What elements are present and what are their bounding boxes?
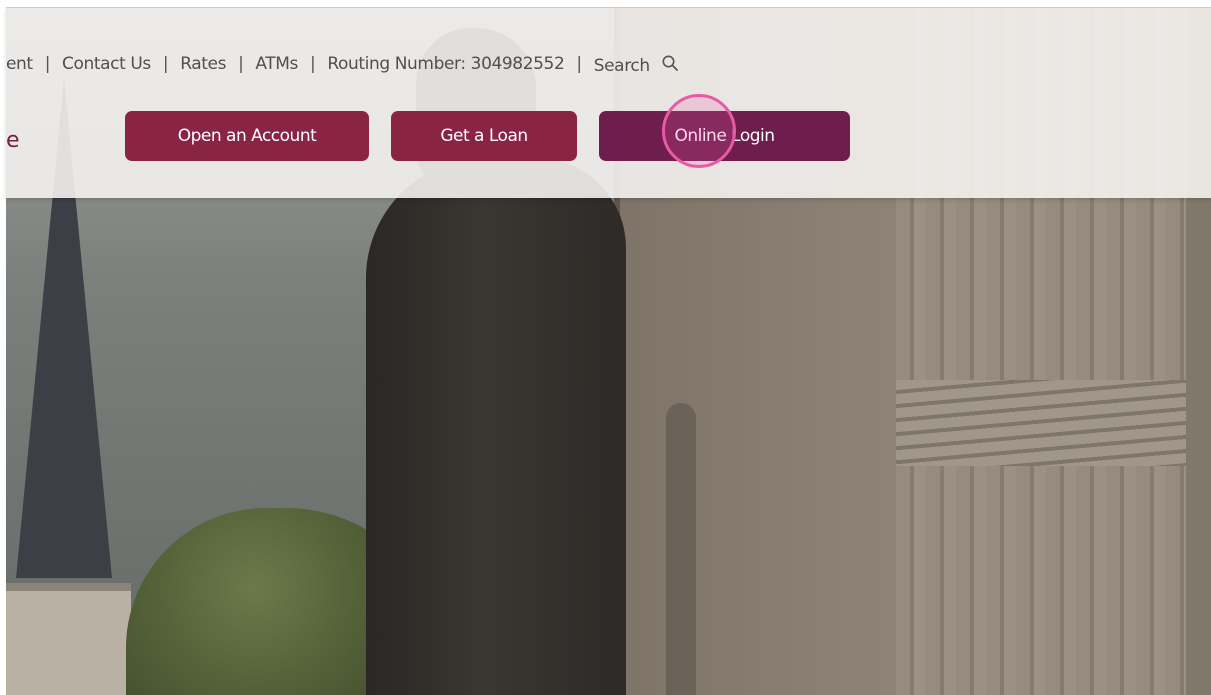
get-loan-button[interactable]: Get a Loan [391,111,577,161]
brand-text-fragment[interactable]: e [6,128,20,153]
utility-link-rates[interactable]: Rates [180,54,226,74]
hero-wall-niche [666,403,696,695]
utility-link-routing-number[interactable]: Routing Number: 304982552 [327,54,564,74]
page: ent | Contact Us | Rates | ATMs | Routin… [0,0,1211,695]
utility-nav: ent | Contact Us | Rates | ATMs | Routin… [6,52,679,76]
utility-link-partial[interactable]: ent [6,54,33,74]
nav-separator: | [238,54,244,74]
hero-statue-body [366,158,626,695]
nav-separator: | [576,54,582,74]
nav-separator: | [162,54,169,74]
utility-link-search[interactable]: Search [594,53,679,76]
utility-link-contact-us[interactable]: Contact Us [62,54,151,74]
search-icon [662,55,678,71]
hero-church-base [6,583,131,695]
utility-link-atms[interactable]: ATMs [255,54,298,74]
hero-pillar-band [896,380,1186,466]
nav-separator: | [44,54,51,74]
open-account-button[interactable]: Open an Account [125,111,369,161]
online-login-button[interactable]: Online Login [599,111,850,161]
search-label: Search [593,55,650,76]
window-top-edge [0,0,1211,8]
nav-separator: | [310,54,316,74]
site-header: ent | Contact Us | Rates | ATMs | Routin… [6,8,1211,198]
